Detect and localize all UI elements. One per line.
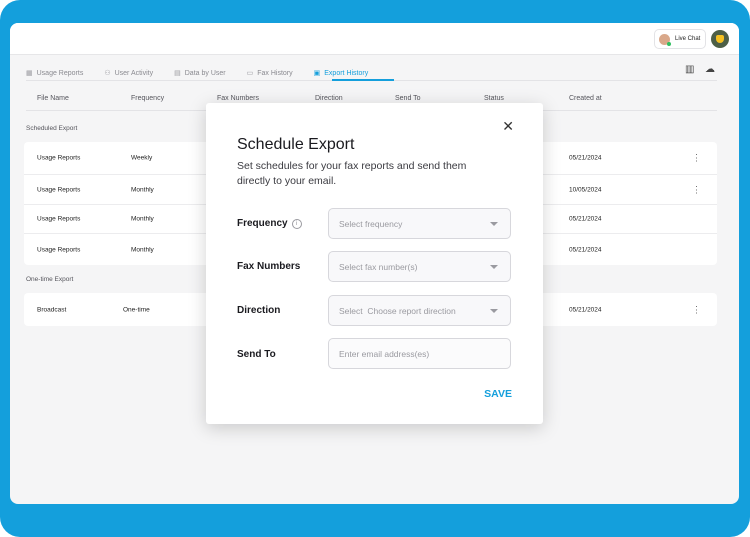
save-button[interactable]: SAVE <box>484 388 512 400</box>
tab-label: Fax History <box>257 69 293 77</box>
frequency-label: Frequency i <box>237 218 302 229</box>
tab-label: Usage Reports <box>36 69 84 77</box>
column-header-created-at[interactable]: Created at <box>569 95 602 102</box>
fax-history-icon: ▭ <box>246 70 254 77</box>
tab-user-activity[interactable]: ⚇ User Activity <box>104 66 153 80</box>
column-header-send-to[interactable]: Send To <box>395 95 421 102</box>
frequency-select[interactable]: Select frequency <box>328 208 511 239</box>
close-icon[interactable]: ✕ <box>502 118 514 135</box>
cell-file-name: Usage Reports <box>37 246 81 253</box>
user-avatar[interactable] <box>711 30 729 48</box>
dialog-title: Schedule Export <box>237 136 355 153</box>
cell-created-at: 05/21/2024 <box>569 215 602 223</box>
tab-label: User Activity <box>114 69 154 77</box>
more-options-icon[interactable]: ⋮ <box>692 304 701 315</box>
cell-frequency: Weekly <box>131 154 153 162</box>
tab-label: Data by User <box>184 69 226 77</box>
live-chat-label: Live Chat <box>675 36 701 42</box>
column-header-direction[interactable]: Direction <box>315 95 343 102</box>
report-tabs: ▦ Usage Reports ⚇ User Activity ▤ Data b… <box>26 66 389 80</box>
tab-usage-reports[interactable]: ▦ Usage Reports <box>26 66 83 80</box>
user-activity-icon: ⚇ <box>104 70 111 77</box>
cell-file-name: Broadcast <box>37 306 67 313</box>
data-by-user-icon: ▤ <box>174 70 181 77</box>
direction-select[interactable]: Select Choose report direction <box>328 295 511 326</box>
chevron-down-icon <box>490 221 498 226</box>
section-label-one-time: One-time Export <box>26 276 74 283</box>
cell-frequency: Monthly <box>131 215 154 223</box>
fax-numbers-select[interactable]: Select fax number(s) <box>328 251 511 282</box>
cell-created-at: 05/21/2024 <box>569 154 602 162</box>
more-options-icon[interactable]: ⋮ <box>692 184 701 195</box>
tab-label: Export History <box>324 69 369 77</box>
dialog-description: Set schedules for your fax reports and s… <box>237 160 467 187</box>
tab-data-by-user[interactable]: ▤ Data by User <box>174 66 225 80</box>
cloud-download-icon[interactable]: ☁ <box>705 64 715 75</box>
direction-label: Direction <box>237 305 281 316</box>
export-history-icon: ▣ <box>313 70 321 77</box>
cell-frequency: One-time <box>123 306 150 313</box>
chevron-down-icon <box>490 308 498 313</box>
chevron-down-icon <box>490 264 498 269</box>
info-icon[interactable]: i <box>291 219 302 229</box>
report-icon: ▦ <box>26 70 33 77</box>
cell-file-name: Usage Reports <box>37 215 81 223</box>
send-to-email-field[interactable]: Enter email address(es) <box>328 338 511 369</box>
frequency-label-text: Frequency <box>237 218 288 229</box>
avatar-icon <box>716 35 724 43</box>
fax-numbers-placeholder: Select fax number(s) <box>339 261 418 272</box>
columns-icon[interactable]: ▥ <box>685 64 694 75</box>
cell-frequency: Monthly <box>131 186 154 193</box>
send-to-placeholder: Enter email address(es) <box>339 348 430 359</box>
tab-fax-history[interactable]: ▭ Fax History <box>247 66 293 80</box>
column-header-frequency[interactable]: Frequency <box>131 95 164 102</box>
column-header-status[interactable]: Status <box>484 95 504 102</box>
fax-numbers-label: Fax Numbers <box>237 261 301 272</box>
cell-file-name: Usage Reports <box>37 154 81 162</box>
cell-created-at: 05/21/2024 <box>569 246 602 253</box>
more-options-icon[interactable]: ⋮ <box>692 153 701 164</box>
tab-export-history[interactable]: ▣ Export History <box>314 66 369 80</box>
cell-created-at: 10/05/2024 <box>569 186 602 193</box>
active-tab-indicator <box>332 79 394 81</box>
direction-placeholder: Select Choose report direction <box>339 305 456 316</box>
column-header-file-name[interactable]: File Name <box>37 95 69 102</box>
schedule-export-dialog: ✕ Schedule Export Set schedules for your… <box>206 103 543 424</box>
section-label-scheduled: Scheduled Export <box>26 125 78 132</box>
live-chat-button[interactable]: Live Chat <box>654 29 706 49</box>
cell-frequency: Monthly <box>131 246 154 253</box>
top-bar: Live Chat <box>10 23 739 55</box>
cell-created-at: 05/21/2024 <box>569 306 602 313</box>
send-to-label: Send To <box>237 349 276 360</box>
column-header-fax-numbers[interactable]: Fax Numbers <box>217 95 259 102</box>
cell-file-name: Usage Reports <box>37 186 81 193</box>
frequency-placeholder: Select frequency <box>339 218 403 229</box>
agent-avatar-icon <box>659 33 671 46</box>
